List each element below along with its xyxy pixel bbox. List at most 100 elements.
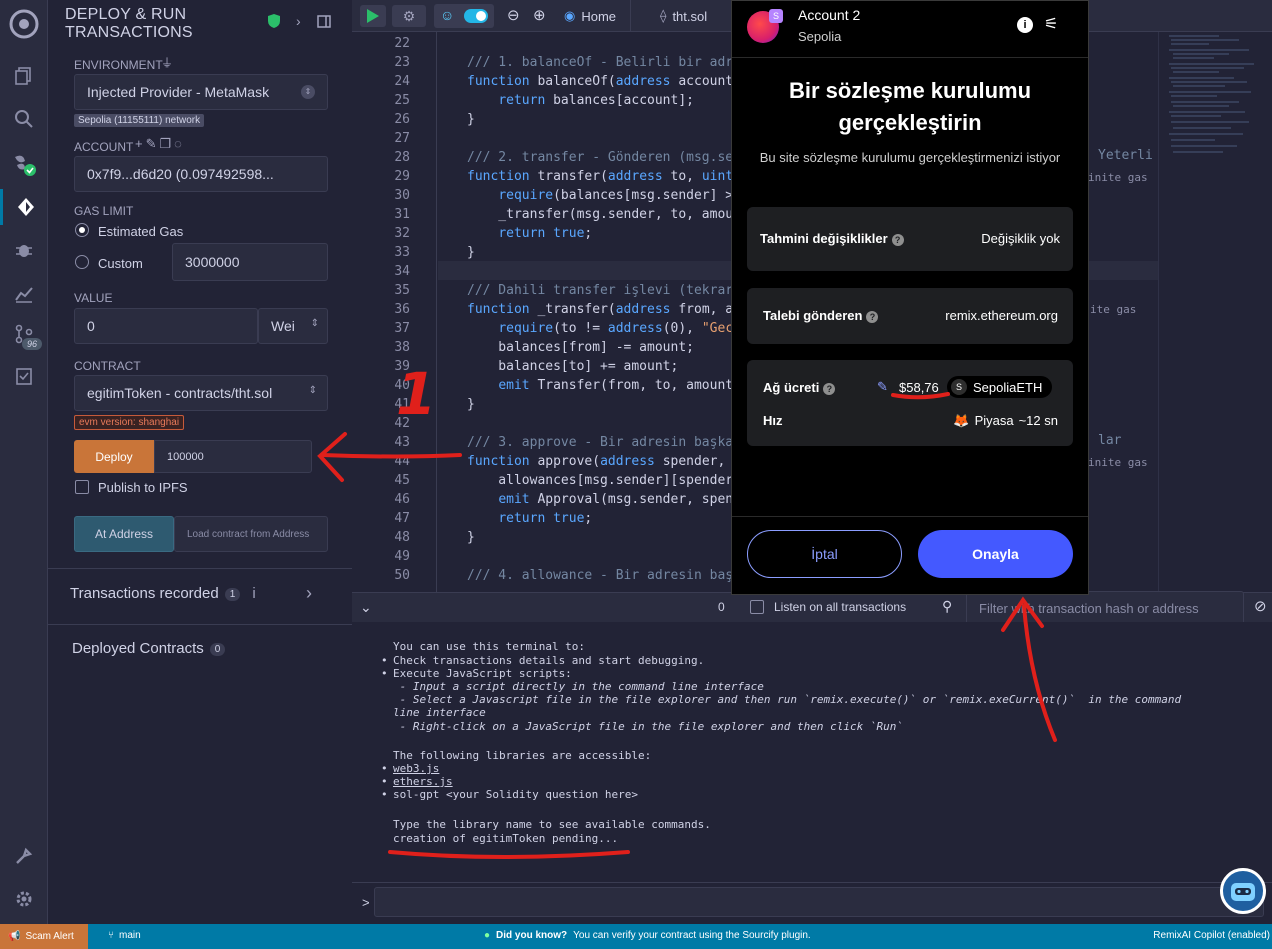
scam-alert-button[interactable]: 📢 Scam Alert: [0, 924, 88, 949]
confirm-button[interactable]: Onayla: [918, 530, 1073, 578]
solidity-compiler-icon[interactable]: [0, 146, 48, 182]
ai-toggle[interactable]: ☺: [434, 4, 494, 28]
info-icon[interactable]: i: [1017, 17, 1033, 33]
terminal-input-row[interactable]: >: [352, 882, 1272, 924]
tab-tht-sol[interactable]: ⟠ tht.sol: [660, 0, 707, 32]
line-number: 22: [394, 36, 410, 51]
remixai-assistant-icon[interactable]: [1220, 868, 1266, 914]
panel-toggle-icon[interactable]: [317, 15, 331, 33]
environment-select[interactable]: Injected Provider - MetaMask ⇕: [74, 74, 328, 110]
did-you-know-label: Did you know?: [496, 930, 568, 941]
search-icon[interactable]: ⚲: [942, 598, 952, 615]
toggle-switch[interactable]: [464, 9, 488, 23]
account-actions-icon[interactable]: +✎❐◌: [135, 136, 185, 152]
search-icon[interactable]: [0, 101, 48, 137]
evm-version-chip: evm version: shanghai: [74, 415, 185, 430]
terminal-toolbar: ⌄ 0 Listen on all transactions ⚲ Filter …: [352, 591, 1272, 625]
lightbulb-icon: ●: [484, 930, 491, 941]
solidity-file-icon: ⟠: [660, 8, 667, 23]
gas-hint: inite gas: [1088, 456, 1148, 469]
at-address-button[interactable]: At Address: [74, 516, 174, 552]
zoom-out-icon[interactable]: ⊖: [507, 6, 520, 24]
account-name: Account 2: [798, 7, 861, 23]
question-icon[interactable]: ?: [891, 233, 904, 246]
web3-link[interactable]: web3.js: [393, 762, 439, 775]
publish-ipfs-label: Publish to IPFS: [98, 480, 188, 495]
terminal-bullet: •: [381, 788, 388, 801]
network-fee-card: Ağ ücreti? ✎ $58,76 S SepoliaETH Hız 🦊 Pi…: [747, 360, 1073, 446]
branch-indicator[interactable]: ⑂ main: [108, 930, 141, 941]
code-line: function approve(address spender,: [467, 454, 726, 469]
run-button[interactable]: [360, 5, 386, 27]
chevron-right-icon[interactable]: ›: [296, 13, 301, 29]
question-icon[interactable]: ?: [823, 382, 836, 395]
collapse-terminal-icon[interactable]: ⌄: [360, 599, 372, 616]
code-line: }: [467, 112, 475, 127]
line-number: 31: [394, 207, 410, 222]
gas-limit-input[interactable]: 3000000: [172, 243, 328, 281]
file-explorer-icon[interactable]: [0, 58, 48, 94]
minimap[interactable]: [1158, 32, 1272, 592]
remix-logo-icon[interactable]: [0, 4, 48, 44]
chevron-right-icon[interactable]: ›: [306, 583, 312, 604]
debugger-icon[interactable]: [0, 232, 48, 268]
contract-select[interactable]: egitimToken - contracts/tht.sol ⇕: [74, 375, 328, 411]
gas-limit-label: GAS LIMIT: [74, 204, 134, 218]
estimated-gas-radio[interactable]: [75, 223, 89, 237]
line-number: 24: [394, 74, 410, 89]
compile-config-icon[interactable]: ⚙: [392, 5, 426, 27]
token-pill: S SepoliaETH: [947, 376, 1053, 398]
deploy-button[interactable]: Deploy: [74, 440, 154, 473]
copilot-status[interactable]: RemixAI Copilot (enabled): [1153, 930, 1270, 941]
custom-gas-radio[interactable]: [75, 255, 89, 269]
code-line: return true;: [498, 511, 593, 526]
publish-ipfs-checkbox[interactable]: [75, 480, 89, 494]
clear-terminal-icon[interactable]: ⊘: [1254, 597, 1267, 615]
listen-checkbox[interactable]: [750, 600, 764, 614]
code-line: allowances[msg.sender][spender: [467, 473, 734, 488]
tab-home[interactable]: ◉ Home: [564, 0, 632, 32]
terminal-input[interactable]: [374, 887, 1264, 917]
ethers-link[interactable]: ethers.js: [393, 775, 453, 788]
code-line: return true;: [498, 226, 593, 241]
speed-value: Piyasa: [974, 413, 1014, 428]
footer-divider: [732, 516, 1088, 517]
zoom-in-icon[interactable]: ⊕: [533, 6, 546, 24]
gas-hint: inite gas: [1088, 171, 1148, 184]
edit-fee-icon[interactable]: ✎: [877, 379, 888, 395]
est-changes-row: Tahmini değişiklikler?: [760, 231, 904, 246]
plugin-manager-icon[interactable]: [0, 838, 48, 874]
tests-icon[interactable]: [0, 358, 48, 394]
code-line: /// Dahili transfer işlevi (tekrar: [467, 283, 734, 298]
pending-count: 0: [718, 600, 725, 614]
deploy-args-input[interactable]: 100000: [154, 440, 312, 473]
terminal-line: You can use this terminal to:: [393, 640, 586, 653]
contract-arrows-icon: ⇕: [308, 385, 317, 396]
cancel-button[interactable]: İptal: [747, 530, 902, 578]
settings-sliders-icon[interactable]: ⚟: [1044, 14, 1058, 34]
comment-tail: Yeterli: [1098, 148, 1153, 163]
value-unit-select[interactable]: Wei ⇕: [258, 308, 328, 344]
select-arrows-icon: ⇕: [301, 85, 315, 99]
transactions-recorded-section[interactable]: Transactions recorded 1 i ›: [48, 568, 352, 624]
code-line: }: [467, 245, 475, 260]
line-number: 36: [394, 302, 410, 317]
deploy-run-icon[interactable]: [0, 189, 48, 225]
network-name: Sepolia: [798, 29, 842, 44]
tab-home-label: Home: [581, 8, 617, 24]
tx-recorded-label: Transactions recorded: [70, 585, 219, 602]
analytics-icon[interactable]: [0, 276, 48, 312]
value-input[interactable]: 0: [74, 308, 258, 344]
contract-value: egitimToken - contracts/tht.sol: [87, 385, 273, 401]
line-number: 45: [394, 473, 410, 488]
line-number: 49: [394, 549, 410, 564]
question-icon[interactable]: ?: [866, 310, 879, 323]
fox-icon: 🦊: [953, 413, 970, 428]
status-bar: 📢 Scam Alert ⑂ main ● Did you know? You ca…: [0, 924, 1272, 949]
settings-icon[interactable]: [0, 881, 48, 917]
code-line: require(balances[msg.sender] >: [498, 188, 734, 203]
account-select[interactable]: 0x7f9...d6d20 (0.097492598...: [74, 156, 328, 192]
load-address-input[interactable]: Load contract from Address: [174, 516, 328, 552]
code-line: function _transfer(address from, a: [467, 302, 734, 317]
filter-input[interactable]: Filter with transaction hash or address: [966, 591, 1244, 625]
